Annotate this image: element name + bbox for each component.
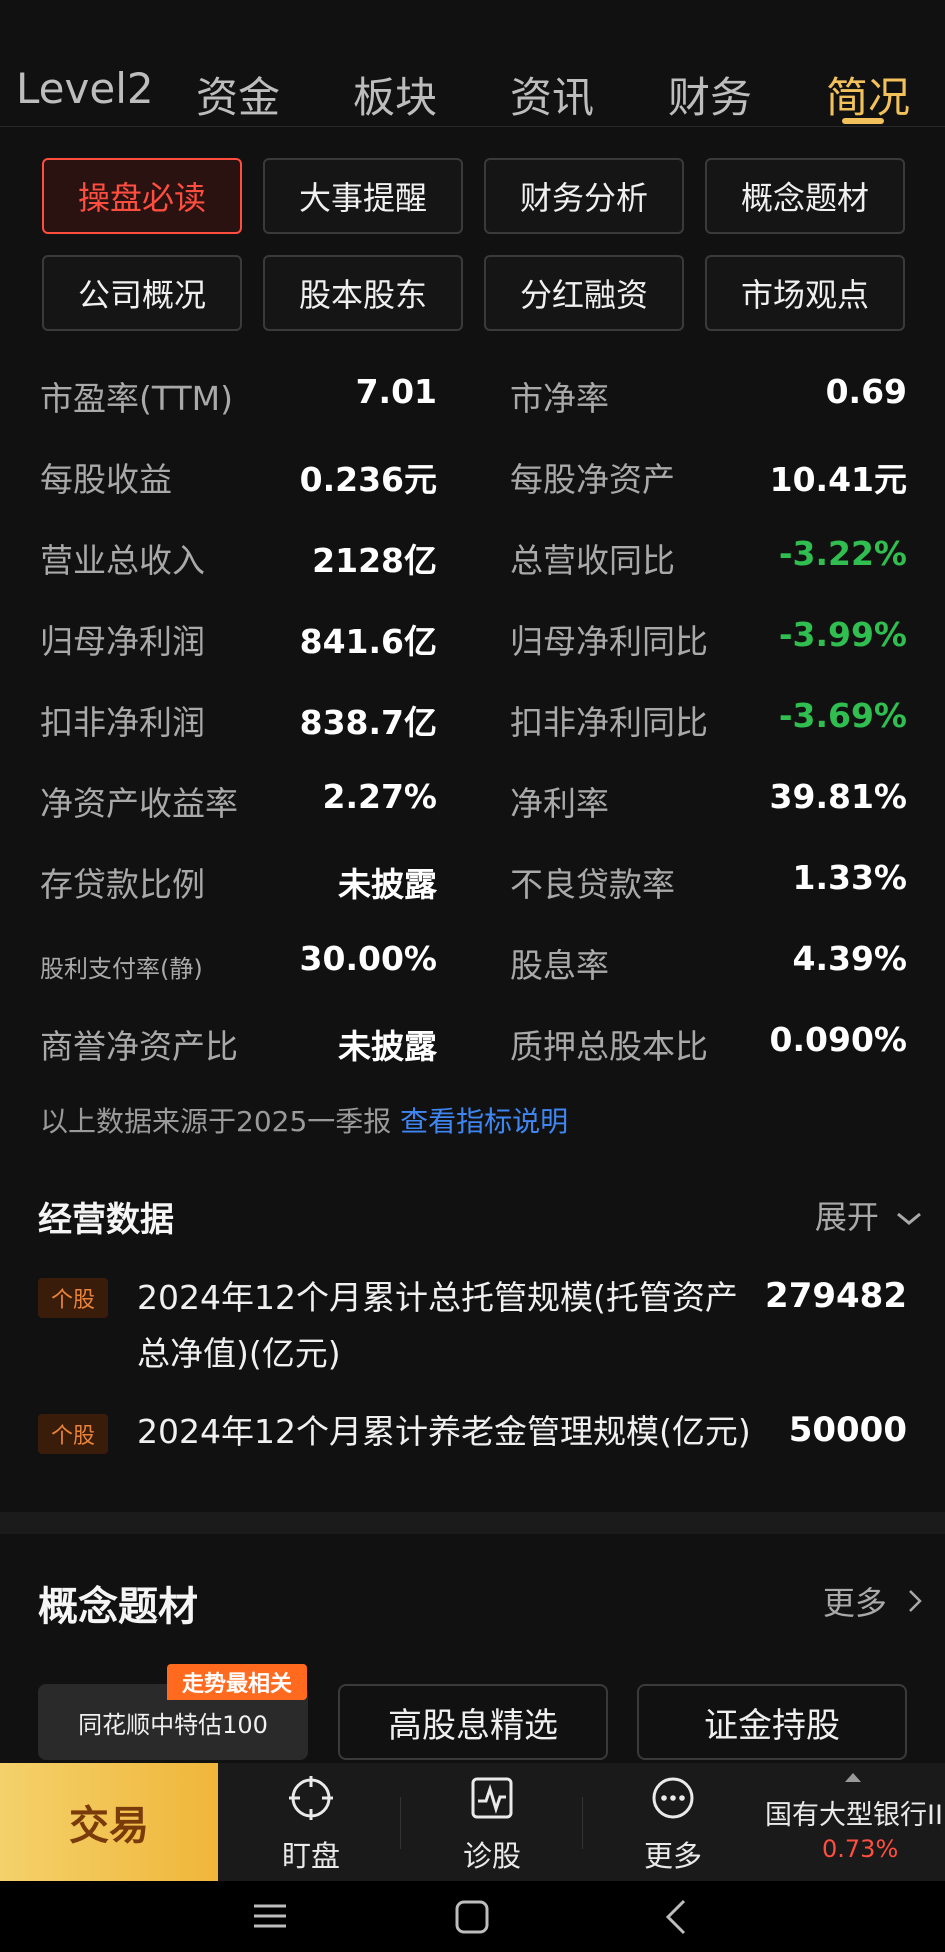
metric-value: 7.01 (355, 372, 437, 411)
metric-value: -3.22% (778, 534, 907, 573)
watch-button[interactable]: 盯盘 (236, 1763, 386, 1881)
stock-profile-page: Level2 资金 板块 资讯 财务 简况 操盘必读 大事提醒 财务分析 概念题… (0, 0, 945, 1952)
concept-chip[interactable]: 证金持股 (637, 1684, 907, 1760)
metric-label: 净资产收益率 (40, 784, 238, 823)
metric-value: -3.69% (778, 696, 907, 735)
stock-tag: 个股 (38, 1278, 108, 1318)
metric-value: 未披露 (338, 865, 437, 904)
metric-label: 净利率 (510, 784, 609, 823)
metric-value: 2.27% (322, 777, 438, 816)
watch-label: 盯盘 (281, 1839, 340, 1873)
more-label: 更多 (643, 1839, 702, 1873)
business-row-text: 2024年12个月累计养老金管理规模(亿元) (137, 1412, 751, 1451)
metric-value: 0.236元 (299, 460, 437, 499)
nav-separator (582, 1797, 583, 1849)
home-icon[interactable] (452, 1897, 492, 1937)
sub-event-reminder[interactable]: 大事提醒 (263, 158, 463, 234)
more-label: 更多 (822, 1584, 887, 1622)
metric-value: 39.81% (769, 777, 907, 816)
metric-label: 市净率 (510, 379, 609, 418)
business-row-value: 50000 (788, 1410, 907, 1450)
metric-value: -3.99% (778, 615, 907, 654)
data-source-note: 以上数据来源于2025一季报 查看指标说明 (40, 1100, 568, 1140)
metric-label: 不良贷款率 (510, 865, 675, 904)
metric-value: 1.33% (792, 858, 908, 897)
tab-finance[interactable]: 财务 (668, 64, 752, 125)
metric-label: 营业总收入 (40, 541, 205, 580)
more-button[interactable]: 更多 (598, 1763, 748, 1881)
indicator-explanation-link[interactable]: 查看指标说明 (400, 1105, 568, 1138)
metric-value: 4.39% (792, 939, 908, 978)
sub-concept-theme[interactable]: 概念题材 (705, 158, 905, 234)
metric-label: 总营收同比 (510, 541, 675, 580)
metric-label: 扣非净利润 (40, 703, 205, 742)
sub-company-profile[interactable]: 公司概况 (42, 255, 242, 331)
more-dots-icon (652, 1777, 694, 1819)
business-data-title: 经营数据 (38, 1200, 174, 1240)
metric-label: 市盈率(TTM) (40, 379, 233, 418)
concept-theme-title: 概念题材 (38, 1584, 198, 1630)
trade-button[interactable]: 交易 (0, 1763, 218, 1881)
nav-separator (400, 1797, 401, 1849)
bottom-action-bar: 交易 盯盘 诊股 更多 国有大型银行II 0.73% (0, 1763, 945, 1881)
section-divider (0, 1512, 945, 1534)
metric-label: 股息率 (510, 946, 609, 985)
tab-funds[interactable]: 资金 (196, 64, 280, 125)
metric-label: 扣非净利同比 (510, 703, 708, 742)
tab-overview[interactable]: 简况 (826, 64, 910, 125)
sub-trading-must-read[interactable]: 操盘必读 (42, 158, 242, 234)
top-tab-bar: Level2 资金 板块 资讯 财务 简况 (0, 50, 945, 127)
metric-value: 30.00% (299, 939, 437, 978)
most-correlated-badge: 走势最相关 (167, 1664, 307, 1700)
caret-up-icon (845, 1773, 861, 1782)
metric-label: 质押总股本比 (510, 1027, 708, 1066)
sub-market-views[interactable]: 市场观点 (705, 255, 905, 331)
metric-value: 2128亿 (312, 541, 437, 580)
back-icon[interactable] (660, 1897, 690, 1937)
metric-value: 0.090% (769, 1020, 907, 1059)
metric-value: 841.6亿 (299, 622, 437, 661)
system-nav-bar (0, 1881, 945, 1952)
business-row-text: 2024年12个月累计总托管规模(托管资产总净值)(亿元) (137, 1278, 738, 1373)
data-source-text: 以上数据来源于2025一季报 (40, 1105, 392, 1138)
crosshair-icon (289, 1776, 333, 1820)
metric-label: 每股净资产 (510, 460, 675, 499)
active-tab-indicator (842, 118, 884, 124)
tab-level2[interactable]: Level2 (16, 64, 154, 113)
sub-shareholders[interactable]: 股本股东 (263, 255, 463, 331)
metric-label: 归母净利同比 (510, 622, 708, 661)
business-row-value: 279482 (765, 1276, 907, 1316)
chevron-right-icon (909, 1590, 922, 1612)
more-concepts-link[interactable]: 更多 (823, 1578, 923, 1624)
metric-label: 存贷款比例 (40, 865, 205, 904)
sector-change: 0.73% (822, 1835, 899, 1863)
chart-pulse-icon (471, 1777, 513, 1819)
stock-tag: 个股 (38, 1414, 108, 1454)
chevron-down-icon (897, 1212, 921, 1225)
metric-label: 归母净利润 (40, 622, 205, 661)
metric-value: 10.41元 (769, 460, 907, 499)
metric-value: 838.7亿 (299, 703, 437, 742)
expand-label: 展开 (814, 1198, 879, 1236)
metric-label: 股利支付率(静) (40, 955, 203, 983)
concept-chip[interactable]: 高股息精选 (338, 1684, 608, 1760)
metric-value: 0.69 (825, 372, 907, 411)
diagnose-label: 诊股 (462, 1839, 521, 1873)
expand-button[interactable]: 展开 (815, 1192, 923, 1238)
metric-label: 每股收益 (40, 460, 172, 499)
tab-sector[interactable]: 板块 (353, 64, 437, 125)
metric-label: 商誉净资产比 (40, 1027, 238, 1066)
diagnose-button[interactable]: 诊股 (417, 1763, 567, 1881)
sub-financial-analysis[interactable]: 财务分析 (484, 158, 684, 234)
sub-dividend-financing[interactable]: 分红融资 (484, 255, 684, 331)
sector-name: 国有大型银行II (765, 1800, 943, 1831)
metric-value: 未披露 (338, 1027, 437, 1066)
tab-news[interactable]: 资讯 (510, 64, 594, 125)
menu-icon[interactable] (250, 1901, 290, 1931)
